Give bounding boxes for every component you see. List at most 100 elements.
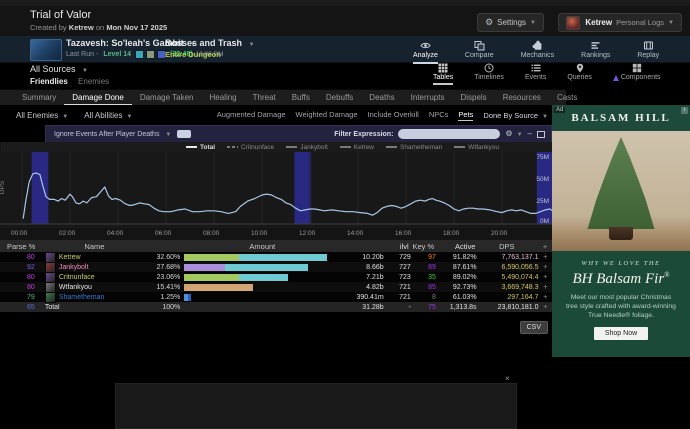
x-tick: 02:00 [59,230,75,237]
key-percent: 75 [411,304,436,311]
tab-dispels[interactable]: Dispels [452,90,494,106]
toggle-include-overkill[interactable]: Include Overkill [368,110,419,121]
dps-value: 23,810,181.0 [477,304,539,311]
player-name[interactable]: Ketrew [59,254,81,261]
tab-damage-done[interactable]: Damage Done [64,90,132,106]
table-row[interactable]: 80Ketrew32.60%10.20b7299791.82%7,763,137… [0,252,552,262]
col-ilvl[interactable]: ilvl [381,242,409,251]
expand-button[interactable]: + [538,284,552,291]
table-row[interactable]: 80Wtfankyou15.41%4.82b7218592.73%3,669,7… [0,282,552,292]
shop-now-button[interactable]: Shop Now [594,327,648,340]
enemies-toggle[interactable]: Enemies [78,77,109,86]
expand-button[interactable]: + [538,304,552,311]
tab-deaths[interactable]: Deaths [361,90,402,106]
expand-button[interactable]: + [538,294,552,301]
close-icon[interactable]: × [505,374,510,383]
ad-info-icon[interactable]: i [681,107,688,114]
nav-rankings[interactable]: Rankings [581,36,610,64]
parse-percent: 92 [0,264,39,271]
table-row[interactable]: 92Jankybolt27.68%8.66b7278987.61%6,590,0… [0,262,552,272]
dps-line-chart[interactable]: DPS 75M 50M 25M 0M [0,152,552,228]
table-total-row[interactable]: 65Total100%31.28b-751,313.8s23,810,181.0… [0,302,552,312]
grid-icon [438,63,448,73]
col-key[interactable]: Key % [409,242,435,251]
fight-scope: Entire Dungeon [165,50,255,59]
expand-button[interactable]: + [538,254,552,261]
active-percent: 61.03% [436,294,477,301]
col-dps[interactable]: DPS [475,242,538,251]
col-active[interactable]: Active [434,242,475,251]
dps-chart-panel: Ignore Events After Player Deaths ▼ Filt… [0,125,552,240]
legend-total[interactable]: Total [186,144,215,151]
toggle-npcs[interactable]: NPCs [429,110,449,121]
expand-button[interactable]: + [538,274,552,281]
tab-threat[interactable]: Threat [245,90,284,106]
table-header-row: Parse % Name Amount ilvl Key % Active DP… [0,240,552,252]
puzzle-icon [532,40,543,51]
enemies-filter-dropdown[interactable]: All Enemies▼ [16,111,68,120]
table-row[interactable]: 80Critnunface23.06%7.21b7233589.02%5,490… [0,272,552,282]
pull-filter-dropdown[interactable]: Bosses and Trash ▼ [165,38,255,48]
legend-critnunface[interactable]: Critnunface [227,144,274,151]
bottom-banner-ad[interactable] [115,383,517,429]
expand-button[interactable]: + [538,264,552,271]
toggle-pets[interactable]: Pets [458,110,473,121]
tab-debuffs[interactable]: Debuffs [318,90,361,106]
nav-events[interactable]: Events [525,63,546,85]
done-by-source-dropdown[interactable]: Done By Source▼ [483,111,548,120]
user-menu-button[interactable]: Ketrew Personal Logs ▼ [558,13,682,32]
tab-resources[interactable]: Resources [495,90,549,106]
nav-queries[interactable]: Queries [567,63,592,85]
tab-healing[interactable]: Healing [202,90,245,106]
tab-buffs[interactable]: Buffs [284,90,318,106]
player-name[interactable]: Critnunface [59,274,95,281]
tab-casts[interactable]: Casts [549,90,585,106]
settings-button[interactable]: ⚙ Settings ▼ [477,13,544,32]
maximize-icon[interactable] [537,131,545,138]
nav-components[interactable]: Components [613,63,661,85]
nav-replay[interactable]: Replay [637,36,659,64]
report-author[interactable]: Ketrew [69,23,94,32]
player-name[interactable]: Total [45,304,60,311]
player-name[interactable]: Shametheman [59,294,105,301]
tab-damage-taken[interactable]: Damage Taken [132,90,202,106]
amount-value: 8.66b [337,264,383,271]
filter-expression-input[interactable] [398,129,500,139]
tab-summary[interactable]: Summary [14,90,64,106]
nav-timelines[interactable]: Timelines [474,63,504,85]
legend-jankybolt[interactable]: Jankybolt [286,144,327,151]
table-row[interactable]: 79Shametheman1.25%390.41m721861.03%297,1… [0,292,552,302]
chevron-down-icon: ▼ [126,114,132,120]
dungeon-thumbnail[interactable] [30,39,62,61]
friendlies-toggle[interactable]: Friendlies [30,77,68,86]
ignore-deaths-toggle[interactable] [177,130,191,138]
col-amount[interactable]: Amount [144,242,382,251]
legend-shametheman[interactable]: Shametheman [386,144,442,151]
col-name[interactable]: Name [39,242,143,251]
ignore-deaths-dropdown[interactable]: Ignore Events After Player Deaths ▼ [54,131,171,138]
col-parse[interactable]: Parse % [0,242,39,251]
tab-interrupts[interactable]: Interrupts [403,90,453,106]
csv-export-button[interactable]: CSV [520,321,548,334]
legend-wtfankyou[interactable]: Wtfankyou [454,144,499,151]
x-tick: 18:00 [443,230,459,237]
ilvl-value: 727 [384,264,411,271]
abilities-filter-dropdown[interactable]: All Abilities▼ [84,111,132,120]
player-name[interactable]: Wtfankyou [59,284,92,291]
minimize-icon[interactable]: – [528,130,532,138]
player-name[interactable]: Jankybolt [59,264,89,271]
nav-analyze[interactable]: Analyze [413,36,438,64]
toggle-weighted-damage[interactable]: Weighted Damage [296,110,358,121]
x-tick: 04:00 [107,230,123,237]
sidebar-ad[interactable]: Ad i BALSAM HILL WHY WE LOVE THE BH Bals… [552,105,690,357]
toggle-augmented-damage[interactable]: Augmented Damage [217,110,286,121]
legend-ketrew[interactable]: Ketrew [340,144,374,151]
nav-compare[interactable]: Compare [465,36,494,64]
chart-settings-gear-icon[interactable]: ⚙▼ [505,130,522,139]
compare-icon [474,40,485,51]
nav-mechanics[interactable]: Mechanics [521,36,554,64]
christmas-tree-image [577,137,665,229]
parse-percent: 80 [0,284,39,291]
nav-tables[interactable]: Tables [433,63,453,85]
sources-dropdown[interactable]: All Sources ▼ [30,64,109,74]
